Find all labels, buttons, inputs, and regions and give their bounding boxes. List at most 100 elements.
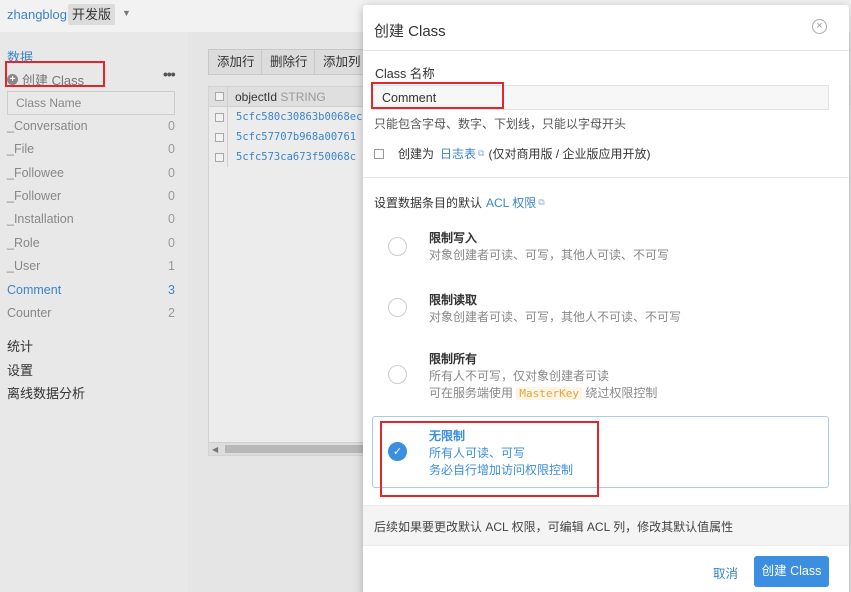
acl-option-unrestricted[interactable]: ✓ 无限制 所有人可读、可写 务必自行增加访问权限控制 (372, 416, 829, 488)
radio-button[interactable] (388, 365, 407, 384)
row-checkbox[interactable] (215, 153, 224, 162)
class-name-input[interactable] (372, 85, 829, 110)
class-name: _User (7, 259, 41, 273)
create-class-label: 创建 Class (22, 73, 85, 88)
create-class-button[interactable]: 创建 Class (754, 556, 829, 587)
option-description: 对象创建者可读、可写，其他人不可读、不可写 (429, 310, 682, 324)
acl-option-restrict-all[interactable]: 限制所有 所有人不可写，仅对象创建者可读 可在服务端使用 MasterKey 绕… (372, 343, 829, 415)
scroll-left-icon[interactable]: ◀ (212, 445, 218, 454)
table-header: objectId STRING (209, 87, 377, 107)
divider (363, 50, 849, 51)
option-title: 限制写入 (429, 231, 478, 245)
acl-section-title: 设置数据条目的默认 ACL 权限 ⧉ (374, 194, 549, 211)
table-cell-objectid[interactable]: 5cfc57707b968a00761 (236, 131, 356, 143)
class-name-label: Class 名称 (375, 67, 435, 81)
external-link-icon: ⧉ (538, 197, 545, 207)
log-table-link[interactable]: 日志表 (440, 145, 476, 162)
log-table-checkbox[interactable] (374, 148, 384, 159)
option-title: 限制所有 (429, 352, 478, 366)
option-title: 限制读取 (429, 293, 478, 307)
footer-note-text: 后续如果要更改默认 ACL 权限，可编辑 ACL 列，修改其默认值属性 (374, 520, 734, 534)
class-count: 0 (168, 212, 175, 226)
class-name: Comment (7, 283, 62, 297)
row-checkbox[interactable] (215, 133, 224, 142)
class-count: 3 (168, 283, 175, 297)
class-item-active[interactable]: Comment 3 (7, 283, 175, 297)
cancel-button[interactable]: 取消 (713, 563, 738, 582)
add-row-button[interactable]: 添加行 (208, 49, 264, 75)
class-name: _Followee (7, 166, 64, 180)
class-item[interactable]: _Conversation 0 (7, 119, 175, 133)
class-count: 0 (168, 166, 175, 180)
class-name: _Follower (7, 189, 62, 203)
option-title: 无限制 (429, 429, 466, 443)
log-table-prefix: 创建为 (398, 147, 435, 161)
class-name-hint: 只能包含字母、数字、下划线，只能以字母开头 (374, 117, 627, 131)
more-icon[interactable]: ••• (163, 66, 176, 82)
class-count: 0 (168, 119, 175, 133)
option-description: 所有人不可写，仅对象创建者可读 (429, 369, 610, 383)
class-name: _Conversation (7, 119, 88, 133)
class-item[interactable]: _File 0 (7, 142, 175, 156)
class-name: _File (7, 142, 35, 156)
plus-circle-icon: + (7, 74, 18, 85)
masterkey-code: MasterKey (516, 387, 582, 400)
option-description: 对象创建者可读、可写，其他人可读、不可写 (429, 248, 670, 262)
env-badge[interactable]: 开发版 (68, 4, 116, 25)
create-class-link[interactable]: + 创建 Class (7, 70, 84, 89)
radio-button[interactable] (388, 298, 407, 317)
class-count: 0 (168, 142, 175, 156)
option-description-line2: 务必自行增加访问权限控制 (429, 463, 574, 477)
class-name: _Installation (7, 212, 74, 226)
class-item[interactable]: _Followee 0 (7, 166, 175, 180)
table-cell-objectid[interactable]: 5cfc573ca673f50068c (236, 151, 356, 163)
add-column-button[interactable]: 添加列 (314, 49, 370, 75)
class-count: 0 (168, 236, 175, 250)
class-item[interactable]: _Follower 0 (7, 189, 175, 203)
class-filter-input[interactable]: Class Name (7, 91, 175, 115)
acl-link[interactable]: ACL 权限 (486, 194, 536, 211)
desc-suffix: 绕过权限控制 (585, 386, 658, 400)
class-count: 1 (168, 259, 175, 273)
class-name: Counter (7, 306, 52, 320)
nav-offline-analytics[interactable]: 离线数据分析 (7, 383, 85, 402)
create-class-dialog: 创建 Class × Class 名称 只能包含字母、数字、下划线，只能以字母开… (363, 5, 849, 592)
external-link-icon: ⧉ (478, 148, 485, 158)
scrollbar-thumb[interactable] (225, 445, 375, 453)
chevron-down-icon[interactable]: ▼ (122, 8, 131, 18)
log-table-option: 创建为 日志表 ⧉ (仅对商用版 / 企业版应用开放) (374, 145, 650, 162)
data-table: objectId STRING 5cfc580c30863b0068ec 5cf… (208, 86, 378, 456)
class-count: 0 (168, 189, 175, 203)
table-cell-objectid[interactable]: 5cfc580c30863b0068ec (236, 111, 362, 123)
close-icon[interactable]: × (812, 19, 827, 34)
column-type: STRING (280, 90, 326, 104)
column-header-objectid[interactable]: objectId STRING (235, 90, 326, 104)
class-item[interactable]: _User 1 (7, 259, 175, 273)
option-description: 所有人可读、可写 (429, 446, 526, 460)
sidebar: 数据 + 创建 Class ••• Class Name _Conversati… (0, 32, 188, 592)
app-name[interactable]: zhangblog (7, 7, 67, 22)
check-icon[interactable]: ✓ (388, 442, 407, 461)
nav-stats[interactable]: 统计 (7, 336, 33, 355)
select-all-checkbox[interactable] (215, 92, 224, 101)
sidebar-section-title[interactable]: 数据 (7, 47, 33, 66)
divider (363, 177, 849, 178)
acl-title-text: 设置数据条目的默认 (374, 196, 483, 210)
desc-prefix: 可在服务端使用 (429, 386, 514, 400)
class-item[interactable]: Counter 2 (7, 306, 175, 320)
class-name: _Role (7, 236, 40, 250)
column-divider (227, 87, 228, 167)
column-name: objectId (235, 90, 278, 104)
class-count: 2 (168, 306, 175, 320)
row-checkbox[interactable] (215, 113, 224, 122)
option-description-line2: 可在服务端使用 MasterKey 绕过权限控制 (429, 384, 657, 401)
radio-button[interactable] (388, 237, 407, 256)
log-table-suffix: (仅对商用版 / 企业版应用开放) (488, 147, 651, 161)
horizontal-scrollbar[interactable]: ◀ (209, 442, 377, 455)
class-item[interactable]: _Installation 0 (7, 212, 175, 226)
acl-footer-note: 后续如果要更改默认 ACL 权限，可编辑 ACL 列，修改其默认值属性 (363, 505, 849, 546)
class-item[interactable]: _Role 0 (7, 236, 175, 250)
dialog-title: 创建 Class (374, 23, 446, 40)
delete-row-button[interactable]: 删除行 (261, 49, 317, 75)
nav-settings[interactable]: 设置 (7, 360, 33, 379)
